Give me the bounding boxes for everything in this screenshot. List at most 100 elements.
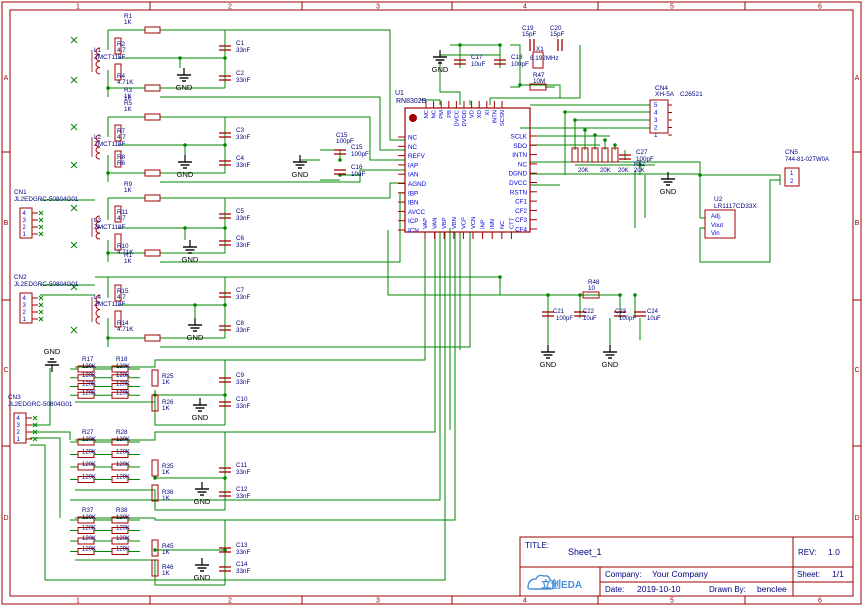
u1-top-pin-label: INTN — [492, 110, 498, 124]
divider-block-2-ra-ref: R27 — [82, 429, 94, 436]
cn2-connector-pin-label: 2 — [23, 310, 27, 316]
ct-block-3-cap-top-value: 33nF — [236, 215, 251, 222]
u1-chip[interactable]: U1 RN8302B NCNCREFVIAPIANAGNDIBPIBNAVCCI… — [395, 90, 537, 239]
divider-block-1-res-b-value: 120K — [116, 390, 130, 396]
wire-junction — [618, 293, 622, 297]
divider-block-2-rv-top — [151, 459, 159, 477]
cn3-connector-pin-label: 4 — [17, 416, 21, 422]
ct-block-3-series-r-bot — [144, 249, 161, 257]
u1-left-pin-label: NC — [408, 144, 418, 151]
title-block: TITLE: Sheet_1 REV: 1.0 Company: Your Co… — [519, 536, 854, 597]
frame-col-label-top: 3 — [376, 4, 380, 11]
cn2-connector-ref: CN2 — [14, 274, 27, 281]
c22-value: 10uF — [583, 316, 597, 322]
u2-regulator[interactable]: U2 LR1117CD33X Adj. Vout Vin — [704, 196, 757, 239]
wire-junction — [633, 293, 637, 297]
u1-bottom-pin-label: VBP — [442, 217, 448, 229]
frame-row-label-right: D — [854, 515, 859, 522]
wire-junction — [603, 138, 607, 142]
frame-row-label-left: B — [4, 220, 9, 227]
ct-block-2-cap-bot-value: 33nF — [236, 162, 251, 169]
u1-bottom-pin-label: CTT — [509, 217, 515, 229]
ct-block-1-ct-ref: L1 — [94, 47, 102, 54]
divider-block-2-rv-top-value: 1K — [162, 469, 171, 476]
u2-vin-pin: Vin — [711, 231, 720, 237]
u1-bottom-pins: VAP VAN VBP VBN VCP VCN INP INN NC CTT — [423, 217, 515, 239]
u2-ref: U2 — [714, 196, 723, 203]
cn5-pin-2: 2 — [790, 179, 794, 185]
divider-block-3-res-b-value: 120K — [116, 547, 130, 553]
wire-junction — [498, 43, 502, 47]
u1-bottom-pin-label: VCP — [461, 217, 467, 229]
ct-block-2-series-r-bot — [144, 169, 161, 177]
cn3-connector-pin-label: 2 — [17, 430, 21, 436]
cn3-connector-ref: CN3 — [8, 394, 21, 401]
ground-icon — [602, 344, 618, 359]
wire-junction — [153, 476, 157, 480]
frame-col-label-top: 5 — [670, 4, 674, 11]
ct-block-4-cap-top-value: 33nF — [236, 294, 251, 301]
ground-icon — [540, 344, 556, 359]
divider-block-3-res-b-value: 120K — [116, 515, 130, 521]
divider-block-2-cap-top-ref: C11 — [236, 462, 248, 469]
c22-ref: C22 — [583, 309, 595, 315]
ct-block-3-burden-r-top-value: 4.7 — [117, 215, 126, 222]
u2-adj-pin: Adj. — [711, 214, 722, 220]
ct-block-1-cap-bot-ref: C2 — [236, 70, 245, 77]
logo-text: 立创EDA — [541, 578, 582, 591]
ground-label: GND — [194, 573, 211, 582]
divider-block-2-rv-bot-value: 1K — [162, 495, 171, 502]
cn3-connector-pin-label: 3 — [17, 423, 21, 429]
wire-junction — [106, 171, 110, 175]
wire-junction — [593, 133, 597, 137]
c27-cap-ref: C27 — [636, 149, 648, 156]
u1-left-pin-label: NC — [408, 135, 418, 142]
cn5-connector[interactable]: CN5 744-81-02TW0A 1 2 — [784, 149, 829, 187]
cn1-connector-part: JL2EDGRC-50804G01 — [14, 196, 79, 203]
wire-junction — [223, 393, 227, 397]
date-value: 2019-10-10 — [637, 584, 681, 594]
wire-junction — [106, 86, 110, 90]
ct-block-3-cap-top-ref: C5 — [236, 208, 245, 215]
ct-block-4-cap-bot-value: 33nF — [236, 327, 251, 334]
ct-block-1-cap-top-value: 33nF — [236, 47, 251, 54]
ct-block-1-cap-top-ref: C1 — [236, 40, 245, 47]
wire-junction — [223, 476, 227, 480]
cn3-connector-part: JL2EDGRC-50804G01 — [8, 401, 73, 408]
c15-cap-value: 100pF — [351, 151, 369, 158]
sheet-label: Sheet: — [797, 570, 820, 579]
easyeda-logo: 立创EDA — [527, 574, 582, 591]
u1-left-pin-label: IAP — [408, 162, 418, 169]
cn4-connector[interactable]: CN4 XH-5A C26521 54321 — [649, 85, 703, 139]
frame-col-label-bottom: 2 — [228, 598, 232, 605]
r48-value: 10 — [588, 285, 596, 292]
divider-block-3-res-a-value: 120K — [82, 547, 96, 553]
ground-label: GND — [177, 170, 194, 179]
divider-block-2-res-a-value: 120K — [82, 450, 96, 456]
c20-cap-value: 15pF — [550, 31, 565, 38]
ct-block-3-series-r-bot-value: 1K — [124, 258, 133, 265]
divider-block-3-cap-top-value: 33nF — [236, 549, 251, 556]
u1-left-pin-label: REFV — [408, 153, 426, 160]
ct-block-3-series-r-top — [144, 194, 161, 202]
divider-block-2-res-b-value: 120K — [116, 475, 130, 481]
divider-block-3-cap-bot-ref: C14 — [236, 561, 248, 568]
frame-col-label-bottom: 5 — [670, 598, 674, 605]
divider-block-1-rv-top — [151, 369, 159, 387]
cn5-part: 744-81-02TW0A — [785, 157, 829, 163]
u1-right-pin-label: RSTN — [510, 189, 528, 196]
ct-block-3-ct-part: ZMCT118F — [94, 224, 126, 231]
frame-col-label-top: 1 — [76, 4, 80, 11]
u1-left-pin-label: IBP — [408, 190, 418, 197]
ct-block-4-ct-ref: L4 — [94, 294, 102, 301]
divider-block-2-res-a-value: 120K — [82, 475, 96, 481]
ct-block-3-ct-ref: L3 — [94, 217, 102, 224]
u1-right-pin-label: INTN — [512, 152, 527, 159]
frame-row-label-left: A — [4, 75, 9, 82]
u1-right-pin-label: CF3 — [515, 217, 527, 224]
frame-col-label-bottom: 4 — [523, 598, 527, 605]
u1-bottom-pin-label: INN — [490, 219, 496, 229]
cn4-lcsc: C26521 — [680, 91, 703, 98]
divider-block-2-cap-bot-value: 33nF — [236, 493, 251, 500]
ground-label: GND — [660, 187, 677, 196]
